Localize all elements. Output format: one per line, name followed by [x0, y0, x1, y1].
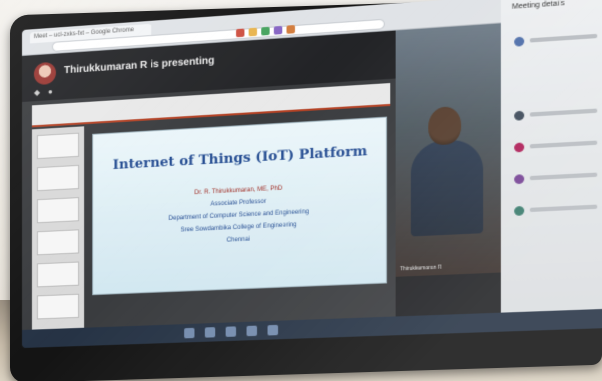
slide-thumbnail[interactable]: [36, 197, 80, 224]
participant-row[interactable]: [529, 33, 598, 43]
participant-row[interactable]: [529, 140, 598, 149]
speaker-head: [428, 105, 462, 146]
extension-red-icon[interactable]: [236, 28, 245, 38]
meeting-side-panel: Meeting details: [500, 0, 602, 332]
taskbar-app-icon[interactable]: [225, 326, 237, 337]
participant-dot-icon: [514, 174, 525, 185]
participant-dot-icon: [514, 205, 525, 216]
current-slide: Internet of Things (IoT) Platform Dr. R.…: [92, 116, 387, 296]
pin-icon[interactable]: ◆: [34, 88, 42, 97]
participant-row[interactable]: [529, 172, 598, 181]
shared-screen-area: Internet of Things (IoT) Platform Dr. R.…: [22, 78, 396, 348]
participant-row[interactable]: [529, 108, 598, 117]
participant-row[interactable]: [529, 204, 598, 213]
taskbar-app-icon[interactable]: [267, 324, 279, 336]
slide-thumbnails-panel: [31, 126, 85, 340]
laptop-screen: Meet – ucl-zxks-fxt – Google Chrome Thir…: [22, 0, 602, 349]
slide-thumbnail[interactable]: [36, 132, 80, 160]
extension-orange-icon[interactable]: [286, 24, 295, 34]
slide-thumbnail[interactable]: [36, 229, 80, 256]
presenting-banner: Thirukkumaran R is presenting: [63, 55, 215, 77]
slide-title: Internet of Things (IoT) Platform: [112, 143, 368, 174]
taskbar-app-icon[interactable]: [184, 327, 195, 339]
taskbar-app-icon[interactable]: [204, 327, 216, 338]
extension-purple-icon[interactable]: [273, 25, 283, 35]
presenter-avatar: [33, 61, 56, 86]
side-panel-title: Meeting details: [511, 0, 565, 11]
speaker-video-tile[interactable]: Thirukkumaran R: [395, 23, 501, 277]
extension-green-icon[interactable]: [261, 26, 270, 36]
taskbar-app-icon[interactable]: [246, 325, 258, 337]
speaker-body: [410, 138, 484, 237]
slide-thumbnail[interactable]: [36, 261, 80, 288]
participant-dot-icon: [514, 36, 525, 47]
mute-icon[interactable]: ●: [48, 87, 56, 96]
participant-dot-icon: [514, 142, 525, 153]
extension-yellow-icon[interactable]: [248, 27, 258, 37]
slide-thumbnail[interactable]: [36, 293, 80, 320]
participant-name-tag: Thirukkumaran R: [399, 264, 442, 273]
participant-dot-icon: [514, 110, 525, 121]
slide-thumbnail[interactable]: [36, 164, 80, 192]
